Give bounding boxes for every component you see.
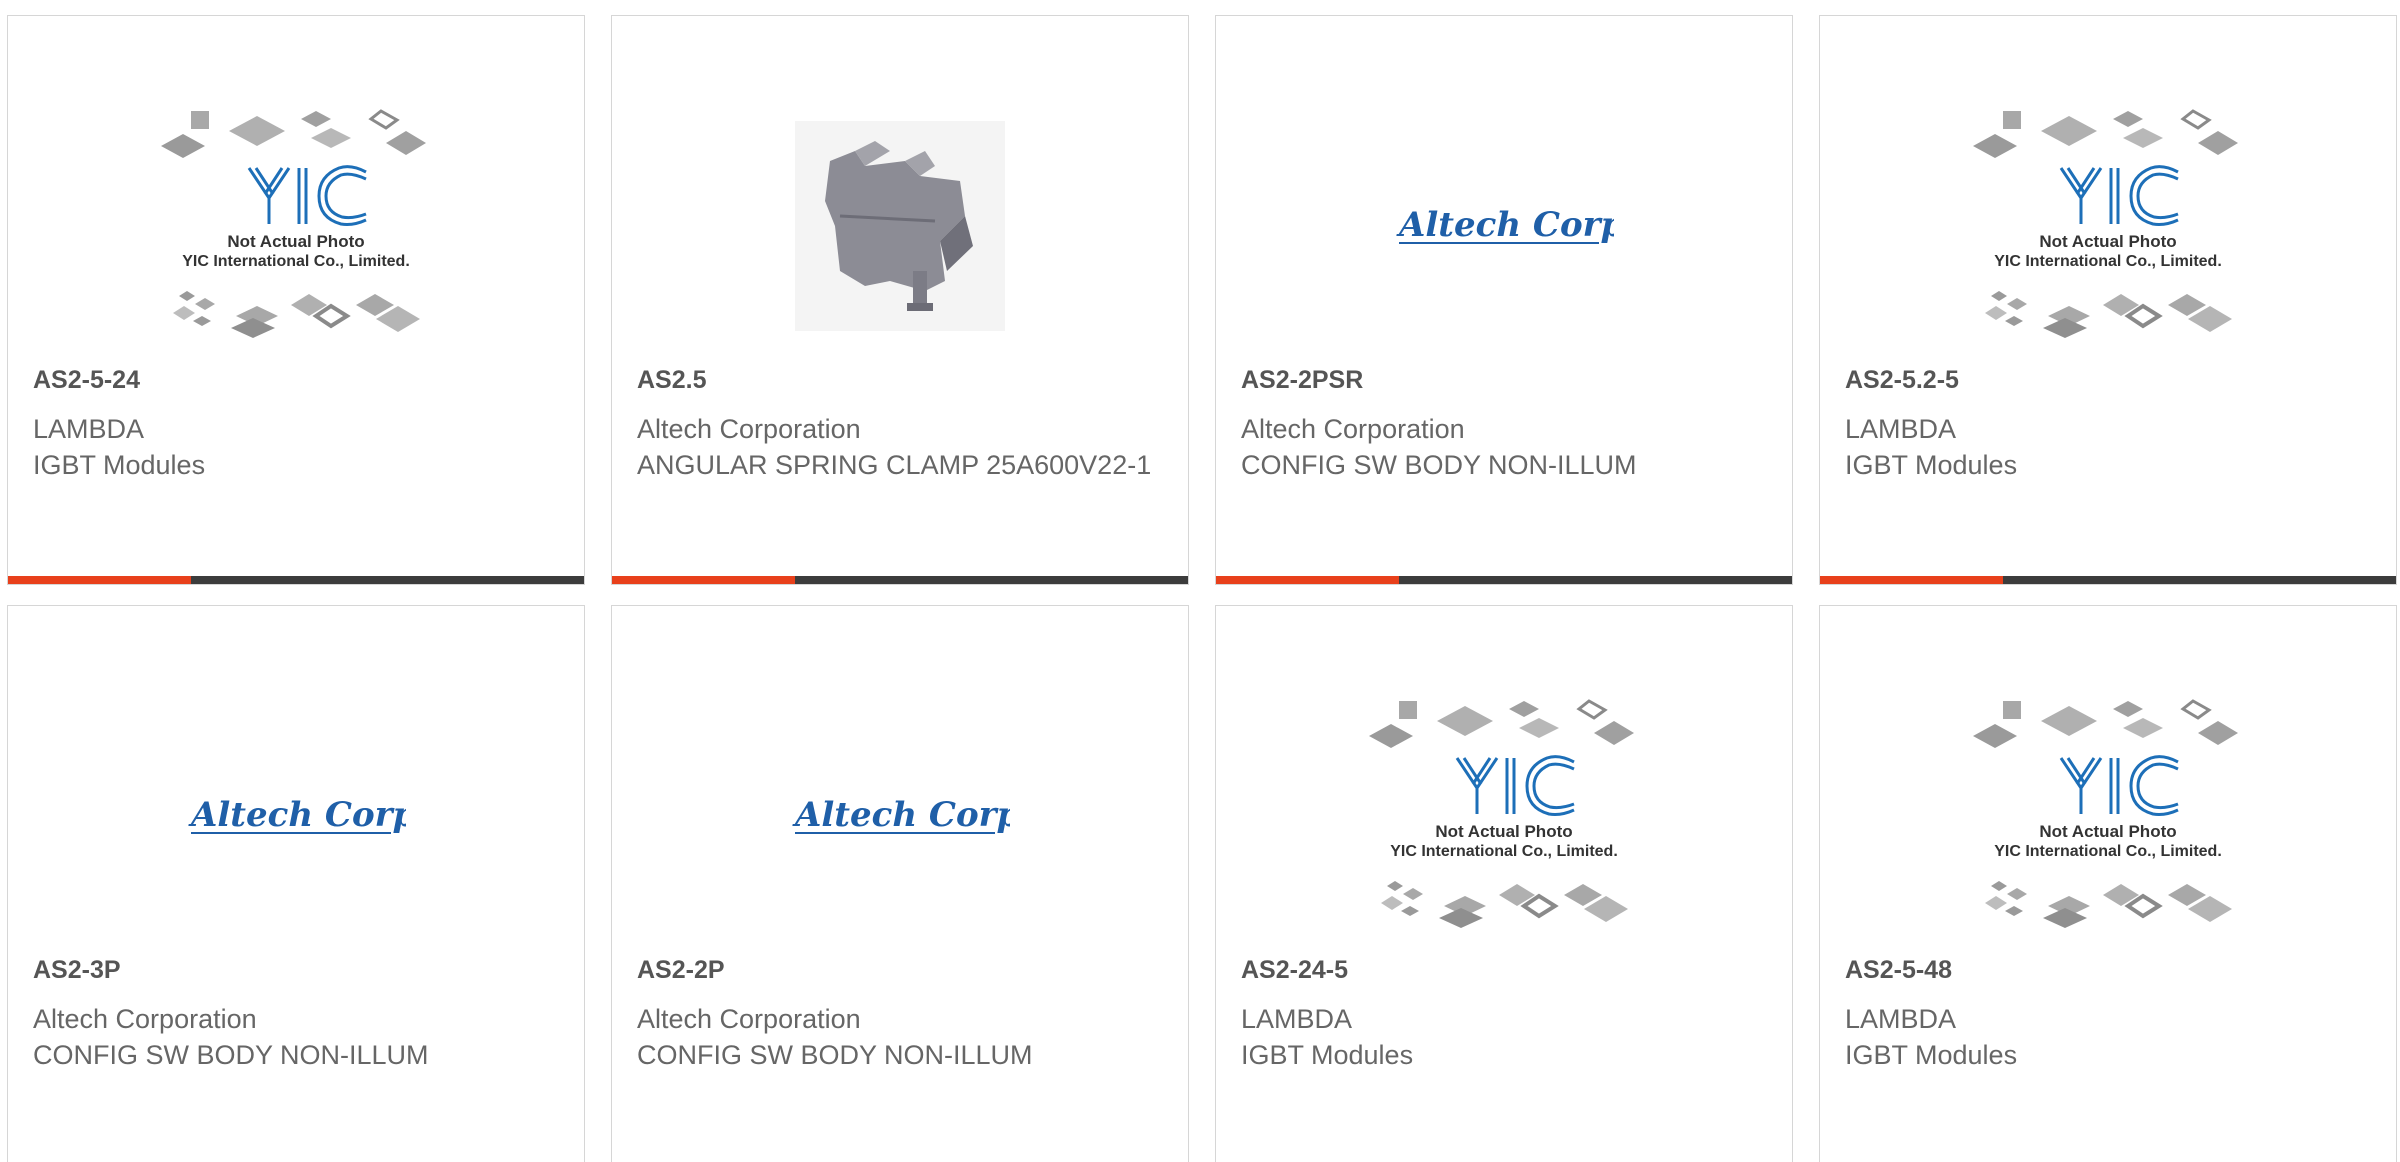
manufacturer: Altech Corporation xyxy=(637,1004,861,1034)
svg-text:Not Actual Photo: Not Actual Photo xyxy=(2039,232,2176,251)
svg-text:Altech Corp.: Altech Corp. xyxy=(1396,205,1614,245)
svg-text:YIC International Co., Limited: YIC International Co., Limited. xyxy=(182,253,410,270)
product-card[interactable]: Not Actual Photo YIC International Co., L… xyxy=(1819,605,2397,1162)
yic-placeholder-image: Not Actual Photo YIC International Co., L… xyxy=(161,109,426,338)
svg-text:Altech Corp.: Altech Corp. xyxy=(792,795,1010,835)
manufacturer: LAMBDA xyxy=(33,414,145,444)
description: IGBT Modules xyxy=(1241,1040,1414,1070)
yic-placeholder-image: Not Actual Photo YIC International Co., L… xyxy=(1973,109,2238,338)
yic-placeholder-image: Not Actual Photo YIC International Co., L… xyxy=(1973,699,2238,928)
terminal-block-image xyxy=(795,121,1005,331)
svg-text:Not Actual Photo: Not Actual Photo xyxy=(1435,822,1572,841)
description: CONFIG SW BODY NON-ILLUM xyxy=(33,1040,429,1070)
part-number[interactable]: AS2.5 xyxy=(637,362,706,398)
product-card[interactable]: Altech Corp. AS2-3P Altech Corporation C… xyxy=(7,605,585,1162)
part-number[interactable]: AS2-2PSR xyxy=(1241,362,1363,398)
svg-text:YIC International Co., Limited: YIC International Co., Limited. xyxy=(1994,843,2222,860)
card-bar xyxy=(612,576,1188,584)
description: IGBT Modules xyxy=(1845,450,2018,480)
product-card[interactable]: AS2.5 Altech Corporation ANGULAR SPRING … xyxy=(611,15,1189,585)
product-image: Not Actual Photo YIC International Co., L… xyxy=(8,86,584,366)
description: IGBT Modules xyxy=(1845,1040,2018,1070)
part-number[interactable]: AS2-5-48 xyxy=(1845,952,1952,988)
product-image xyxy=(612,86,1188,366)
altech-logo-image: Altech Corp. xyxy=(1396,205,1614,245)
product-image: Not Actual Photo YIC International Co., L… xyxy=(1820,86,2396,366)
card-bar-accent xyxy=(8,576,191,584)
card-bar xyxy=(1820,576,2396,584)
svg-text:YIC International Co., Limited: YIC International Co., Limited. xyxy=(1994,253,2222,270)
part-number[interactable]: AS2-5-24 xyxy=(33,362,140,398)
product-image: Altech Corp. xyxy=(612,676,1188,956)
product-grid: Not Actual Photo YIC International Co., L… xyxy=(0,0,2400,1162)
product-image: Altech Corp. xyxy=(8,676,584,956)
manufacturer: LAMBDA xyxy=(1845,414,1957,444)
manufacturer: Altech Corporation xyxy=(33,1004,257,1034)
card-bar xyxy=(8,576,584,584)
altech-logo-image: Altech Corp. xyxy=(188,795,406,835)
description: IGBT Modules xyxy=(33,450,206,480)
description: ANGULAR SPRING CLAMP 25A600V22-1 xyxy=(637,450,1152,480)
altech-logo-image: Altech Corp. xyxy=(792,795,1010,835)
card-bar xyxy=(1216,576,1792,584)
svg-text:Altech Corp.: Altech Corp. xyxy=(188,795,406,835)
manufacturer: Altech Corporation xyxy=(637,414,861,444)
part-number[interactable]: AS2-24-5 xyxy=(1241,952,1348,988)
product-card[interactable]: Not Actual Photo YIC International Co., L… xyxy=(1215,605,1793,1162)
svg-text:YIC International Co., Limited: YIC International Co., Limited. xyxy=(1390,843,1618,860)
svg-text:Not Actual Photo: Not Actual Photo xyxy=(2039,822,2176,841)
product-image: Altech Corp. xyxy=(1216,86,1792,366)
card-bar-accent xyxy=(1216,576,1399,584)
product-card[interactable]: Altech Corp. AS2-2PSR Altech Corporation… xyxy=(1215,15,1793,585)
part-number[interactable]: AS2-3P xyxy=(33,952,121,988)
manufacturer: Altech Corporation xyxy=(1241,414,1465,444)
svg-text:Not Actual Photo: Not Actual Photo xyxy=(227,232,364,251)
card-bar-accent xyxy=(1820,576,2003,584)
product-image: Not Actual Photo YIC International Co., L… xyxy=(1216,676,1792,956)
product-image: Not Actual Photo YIC International Co., L… xyxy=(1820,676,2396,956)
product-card[interactable]: Not Actual Photo YIC International Co., L… xyxy=(7,15,585,585)
part-number[interactable]: AS2-2P xyxy=(637,952,725,988)
product-card[interactable]: Altech Corp. AS2-2P Altech Corporation C… xyxy=(611,605,1189,1162)
manufacturer: LAMBDA xyxy=(1241,1004,1353,1034)
part-number[interactable]: AS2-5.2-5 xyxy=(1845,362,1959,398)
description: CONFIG SW BODY NON-ILLUM xyxy=(1241,450,1637,480)
product-card[interactable]: Not Actual Photo YIC International Co., L… xyxy=(1819,15,2397,585)
yic-placeholder-image: Not Actual Photo YIC International Co., L… xyxy=(1369,699,1634,928)
description: CONFIG SW BODY NON-ILLUM xyxy=(637,1040,1033,1070)
card-bar-accent xyxy=(612,576,795,584)
manufacturer: LAMBDA xyxy=(1845,1004,1957,1034)
